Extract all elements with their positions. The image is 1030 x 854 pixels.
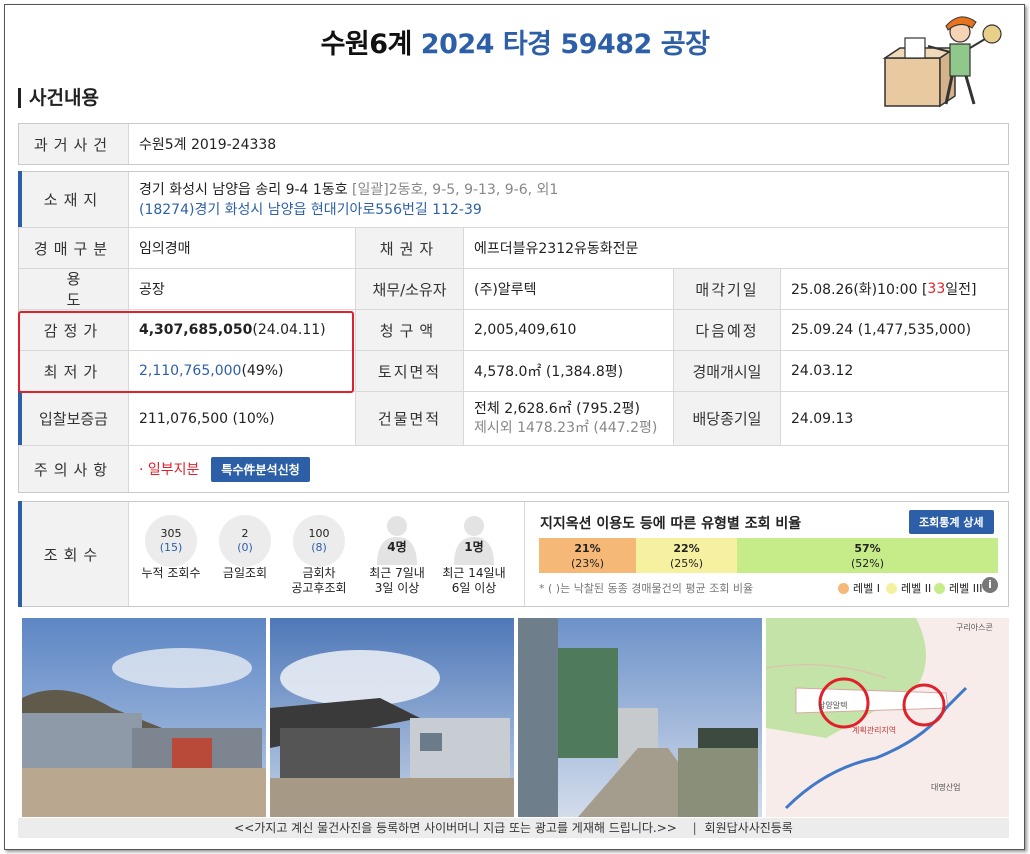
views-label: 조회수 [19, 502, 129, 606]
member-photo-register-link[interactable]: 회원답사사진등록 [705, 821, 793, 835]
sale-date-label: 매각기일 [674, 269, 781, 310]
start-date-label: 경매개시일 [674, 351, 781, 392]
bulk-tag: [일괄] [352, 181, 389, 198]
court-name: 수원6계 [320, 29, 413, 60]
building-area-value: 전체 2,628.6㎡ (795.2평) 제시외 1478.23㎡ (447.2… [464, 392, 674, 446]
page-title: 수원6계 2024 타경 59482 공장 [0, 22, 1030, 61]
location-value: 경기 화성시 남양읍 송리 9-4 1동호 [일괄]2동호, 9-5, 9-13… [129, 172, 1008, 228]
next-value: 25.09.24 (1,477,535,000) [781, 310, 1008, 351]
property-kind: 공장 [660, 29, 710, 60]
ratio-divider [524, 502, 525, 606]
map-label-2: 남양알텍 [818, 700, 847, 710]
week-visitors-caption: 최근 7일내 3일 이상 [369, 566, 425, 595]
location-accent [18, 171, 22, 227]
past-case-label: 과거사건 [19, 124, 129, 164]
days-left: 33 [927, 281, 946, 297]
photo-register-bar: <<가지고 계신 물건사진을 등록하면 사이버머니 지급 또는 광고를 게재해 … [18, 818, 1009, 838]
claim-value: 2,005,409,610 [464, 310, 674, 351]
ratio-detail-button[interactable]: 조회통계 상세 [909, 510, 994, 534]
debtor-value: (주)알루텍 [464, 269, 674, 310]
legend-level3: 레벨 III [934, 580, 982, 596]
partial-share-text: · 일부지분 [139, 462, 200, 478]
ratio-bar-level2: 22% (25%) [636, 538, 737, 573]
map-label-4: 대명산업 [931, 782, 960, 792]
legend-level1: 레벨 I [838, 580, 880, 596]
ratio-note: * ( )는 낙찰된 동종 경매물건의 평균 조회 비율 [539, 582, 754, 595]
case-info-table: 소재지 경기 화성시 남양읍 송리 9-4 1동호 [일괄]2동호, 9-5, … [18, 171, 1009, 493]
property-photo-1[interactable] [22, 618, 266, 817]
notice-label: 주의사항 [19, 446, 129, 492]
location-map[interactable]: 구리아스콘 남양알텍 계획관리지역 대명산업 [766, 618, 1009, 817]
creditor-label: 채권자 [356, 228, 464, 269]
next-label: 다음예정 [674, 310, 781, 351]
dividend-value: 24.09.13 [781, 392, 1008, 446]
ratio-bar-level1: 21% (23%) [539, 538, 636, 573]
round-views-caption: 금회차 공고후조회 [291, 566, 347, 595]
start-date-value: 24.03.12 [781, 351, 1008, 392]
land-area-label: 토지면적 [356, 351, 464, 392]
usage-value: 공장 [129, 269, 356, 310]
deposit-label: 입찰보증금 [19, 392, 129, 446]
round-views-circle: 100 (8) [293, 515, 345, 567]
today-views-caption: 금일조회 [222, 566, 268, 580]
dividend-label: 배당종기일 [674, 392, 781, 446]
mascot-illustration [882, 16, 1002, 108]
auction-type-value: 임의경매 [129, 228, 356, 269]
min-price-label: 최저가 [19, 351, 129, 392]
special-analysis-button[interactable]: 특수件분석신청 [211, 456, 310, 482]
notice-value: · 일부지분 특수件분석신청 [129, 446, 1008, 492]
land-area-value: 4,578.0㎡ (1,384.8평) [464, 351, 674, 392]
two-week-visitors-caption: 최근 14일내 6일 이상 [442, 566, 506, 595]
property-photo-3[interactable] [518, 618, 762, 817]
deposit-accent [18, 391, 22, 445]
total-views-caption: 누적 조회수 [141, 566, 201, 580]
today-views-circle: 2 (0) [219, 515, 271, 567]
location-label: 소재지 [19, 172, 129, 228]
ratio-title: 지지옥션 이용도 등에 따른 유형별 조회 비율 [540, 516, 802, 532]
info-icon[interactable]: i [982, 577, 998, 593]
case-number: 2024 타경 59482 [420, 29, 653, 60]
road-address: (18274)경기 화성시 남양읍 현대기아로556번길 112-39 [139, 201, 482, 218]
two-week-visitors: 1명 [464, 540, 484, 554]
debtor-label: 채무/소유자 [356, 269, 464, 310]
legend-level2: 레벨 II [886, 580, 931, 596]
property-photo-2[interactable] [270, 618, 514, 817]
appraisal-label: 감정가 [19, 310, 129, 351]
creditor-value: 에프더블유2312유동화전문 [464, 228, 1008, 269]
appraisal-value: 4,307,685,050 (24.04.11) [129, 310, 356, 351]
past-case-value[interactable]: 수원5계 2019-24338 [129, 124, 1008, 164]
views-accent [18, 501, 22, 607]
ratio-bar-level3: 57% (52%) [737, 538, 998, 573]
map-label-3: 계획관리지역 [852, 725, 896, 735]
deposit-value: 211,076,500 (10%) [129, 392, 356, 446]
auction-type-label: 경매구분 [19, 228, 129, 269]
past-case-box: 과거사건 수원5계 2019-24338 [18, 123, 1009, 165]
claim-label: 청구액 [356, 310, 464, 351]
week-visitors: 4명 [387, 540, 407, 554]
map-label-1: 구리아스콘 [956, 622, 993, 632]
sale-date-value: 25.08.26(화)10:00 [33 일전] [781, 269, 1008, 310]
address-main: 경기 화성시 남양읍 송리 9-4 1동호 [139, 181, 348, 198]
building-area-label: 건물면적 [356, 392, 464, 446]
bulk-rest: 2동호, 9-5, 9-13, 9-6, 외1 [388, 181, 559, 198]
usage-label: 용도 [19, 269, 129, 310]
min-price-value: 2,110,765,000 (49%) [129, 351, 356, 392]
total-views-circle: 305 (15) [145, 515, 197, 567]
section-title: 사건내용 [18, 88, 99, 108]
photo-register-notice: <<가지고 계신 물건사진을 등록하면 사이버머니 지급 또는 광고를 게재해 … [234, 821, 677, 835]
